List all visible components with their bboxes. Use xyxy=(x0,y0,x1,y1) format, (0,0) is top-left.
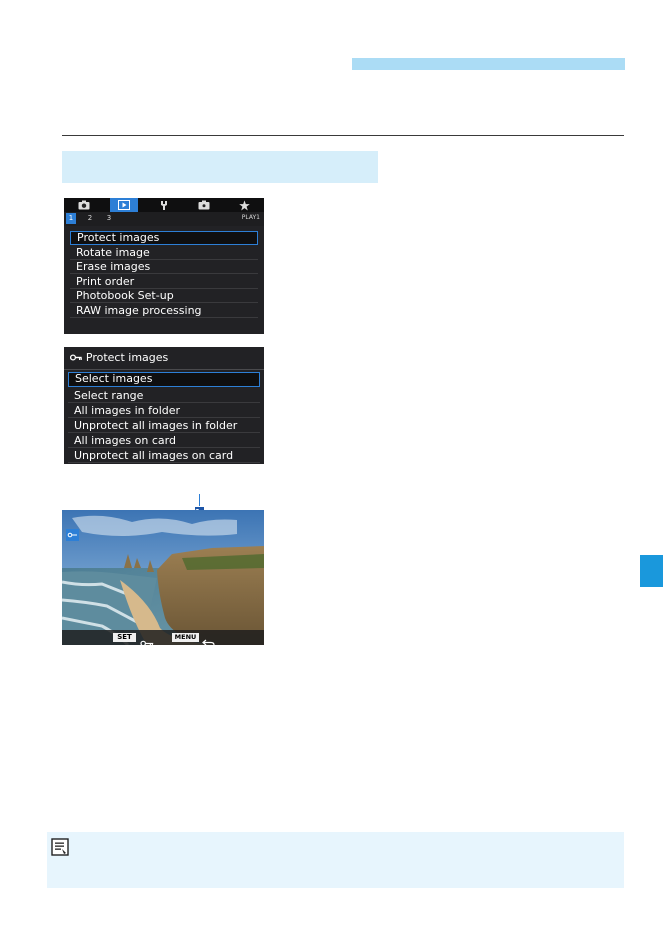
key-icon xyxy=(69,354,85,364)
page-3[interactable]: 3 xyxy=(104,213,114,224)
section-heading-box xyxy=(62,151,378,183)
landscape-photo xyxy=(62,510,264,645)
photo-controls-bar: SET MENU xyxy=(62,630,264,645)
menu-tab-bar xyxy=(64,198,264,212)
menu-item-protect-images[interactable]: Protect images xyxy=(70,231,258,245)
protected-badge xyxy=(66,529,79,541)
option-unprotect-folder[interactable]: Unprotect all images in folder xyxy=(68,418,260,433)
option-select-range[interactable]: Select range xyxy=(68,388,260,403)
page-2[interactable]: 2 xyxy=(85,213,95,224)
horizontal-rule xyxy=(62,135,624,136)
screen-title: Protect images xyxy=(69,350,169,366)
page-indicator-row: 1 2 3 PLAY1 xyxy=(64,212,264,226)
memo-icon xyxy=(51,838,69,856)
title-divider xyxy=(64,369,264,370)
chapter-tab xyxy=(640,555,663,587)
screen-title-text: Protect images xyxy=(85,351,169,364)
playback-menu-screen: 1 2 3 PLAY1 Protect images Rotate image … xyxy=(64,198,264,334)
option-unprotect-card[interactable]: Unprotect all images on card xyxy=(68,448,260,463)
menu-item-print-order[interactable]: Print order xyxy=(70,275,258,289)
callout-line xyxy=(199,494,200,506)
menu-item-rotate-image[interactable]: Rotate image xyxy=(70,246,258,260)
custom-function-icon xyxy=(198,200,210,210)
set-button[interactable]: SET xyxy=(113,633,136,642)
menu-item-erase-images[interactable]: Erase images xyxy=(70,260,258,274)
tab-shooting[interactable] xyxy=(70,198,98,212)
star-icon xyxy=(238,199,250,210)
menu-button[interactable]: MENU xyxy=(172,633,199,642)
tab-playback[interactable] xyxy=(110,198,138,212)
camera-icon xyxy=(78,200,90,210)
return-icon xyxy=(202,633,215,645)
menu-item-photobook-setup[interactable]: Photobook Set-up xyxy=(70,289,258,303)
option-all-images-in-folder[interactable]: All images in folder xyxy=(68,403,260,418)
menu-item-raw-processing[interactable]: RAW image processing xyxy=(70,304,258,318)
protect-key-icon xyxy=(140,633,154,645)
option-all-images-on-card[interactable]: All images on card xyxy=(68,433,260,448)
playback-icon xyxy=(118,200,130,210)
note-box xyxy=(47,832,624,888)
tab-custom-functions[interactable] xyxy=(190,198,218,212)
protected-image-preview: SET MENU xyxy=(62,510,264,645)
page-label: PLAY1 xyxy=(241,214,260,221)
tab-setup[interactable] xyxy=(150,198,178,212)
tab-my-menu[interactable] xyxy=(230,198,258,212)
header-bar xyxy=(352,58,625,70)
page-1[interactable]: 1 xyxy=(66,213,76,224)
wrench-icon xyxy=(161,201,167,210)
option-select-images[interactable]: Select images xyxy=(68,372,260,387)
protect-images-screen: Protect images Select images Select rang… xyxy=(64,347,264,464)
